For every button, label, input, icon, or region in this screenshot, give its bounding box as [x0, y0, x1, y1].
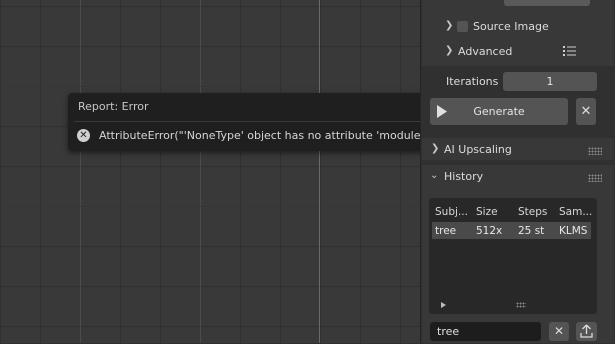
table-cell: KLMS	[559, 225, 588, 237]
table-cell: 25 st	[518, 225, 545, 237]
iterations-label: Iterations	[446, 75, 499, 88]
error-message: AttributeError("'NoneType' object has no…	[99, 129, 439, 142]
resize-grip-icon[interactable]	[516, 302, 526, 308]
column-header[interactable]: Steps	[518, 206, 547, 218]
popup-title: Report: Error	[78, 100, 149, 113]
viewport-edge-line	[319, 0, 320, 343]
chevron-right-icon[interactable]: ❯	[445, 45, 453, 56]
column-header[interactable]: Subj...	[435, 206, 468, 218]
list-icon[interactable]	[563, 45, 577, 57]
column-header[interactable]: Sam...	[559, 206, 592, 218]
viewport[interactable]	[0, 0, 420, 343]
history-list[interactable]: Subj... Size Steps Sam... tree 512x 25 s…	[429, 198, 597, 314]
table-row[interactable]: tree 512x 25 st KLMS	[432, 222, 591, 239]
error-report-popup: Report: Error ✕ AttributeError("'NoneTyp…	[68, 93, 439, 151]
popup-divider	[74, 121, 421, 122]
advanced-label[interactable]: Advanced	[458, 45, 512, 58]
grip-icon[interactable]	[588, 174, 602, 182]
table-cell: tree	[435, 225, 457, 237]
grid-line	[0, 86, 420, 87]
source-image-label: Source Image	[473, 20, 549, 33]
upload-icon[interactable]	[576, 322, 597, 341]
chevron-down-icon[interactable]: ⌄	[430, 170, 438, 181]
top-field[interactable]	[504, 0, 590, 6]
grip-icon[interactable]	[588, 147, 602, 155]
chevron-right-icon[interactable]: ❯	[445, 20, 453, 31]
grid-line	[80, 0, 81, 343]
filter-value: tree	[437, 325, 460, 338]
generate-button[interactable]: Generate	[430, 98, 568, 125]
close-icon[interactable]: ✕	[576, 98, 596, 125]
expand-triangle-icon[interactable]	[441, 302, 446, 308]
grid-line	[0, 206, 420, 207]
column-header[interactable]: Size	[476, 206, 498, 218]
clear-filter-button[interactable]: ✕	[549, 322, 569, 341]
generate-label: Generate	[473, 105, 525, 118]
error-icon: ✕	[77, 129, 90, 142]
advanced-section-bg	[422, 0, 614, 66]
history-label[interactable]: History	[444, 170, 483, 183]
ai-upscaling-label[interactable]: AI Upscaling	[444, 143, 512, 156]
grid-line	[200, 0, 201, 343]
side-panel: ❯ Source Image ❯ Advanced Iterations 1 G…	[420, 0, 615, 343]
history-filter-input[interactable]: tree	[430, 322, 541, 341]
chevron-right-icon[interactable]: ❯	[431, 143, 439, 154]
iterations-field[interactable]: 1	[503, 72, 597, 91]
table-cell: 512x	[476, 225, 503, 237]
source-image-checkbox[interactable]	[457, 21, 468, 32]
